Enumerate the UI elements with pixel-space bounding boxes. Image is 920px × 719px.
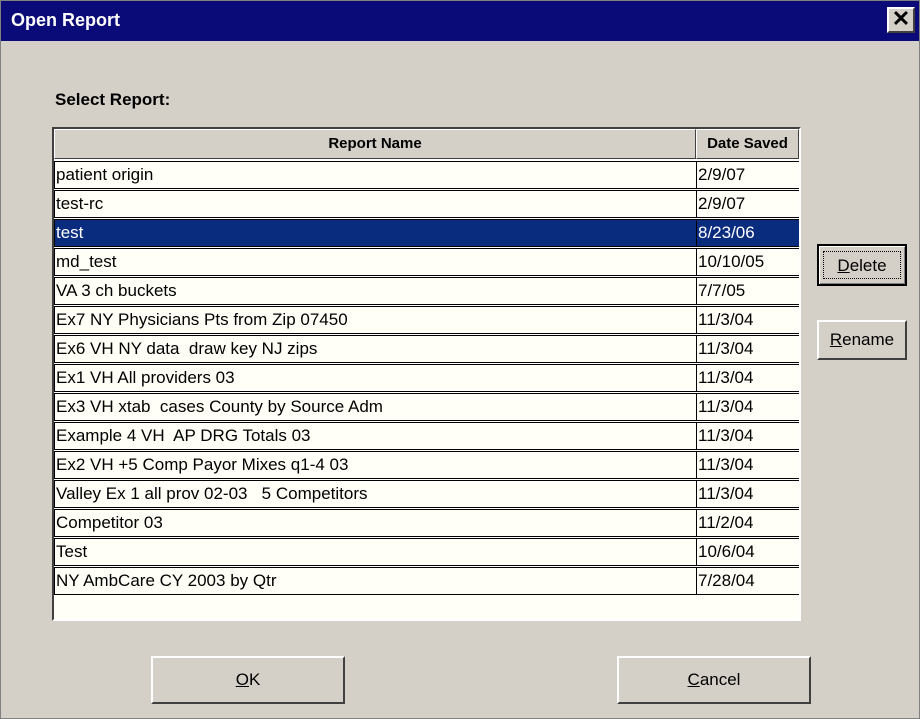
- report-name-cell[interactable]: test-rc: [54, 190, 697, 218]
- ok-mnemonic: O: [235, 670, 249, 689]
- date-saved-cell[interactable]: 7/28/04: [696, 567, 799, 595]
- cancel-label: ancel: [699, 670, 741, 689]
- date-saved-cell[interactable]: 11/3/04: [696, 364, 799, 392]
- rename-button[interactable]: Rename: [817, 320, 907, 360]
- date-saved-cell[interactable]: 11/3/04: [696, 335, 799, 363]
- table-row[interactable]: Ex7 NY Physicians Pts from Zip 07450 11/3…: [54, 305, 799, 334]
- focus-rect: Delete: [823, 251, 901, 279]
- table-row[interactable]: Ex1 VH All providers 03 11/3/04: [54, 363, 799, 392]
- table-row[interactable]: VA 3 ch buckets 7/7/05: [54, 276, 799, 305]
- table-row[interactable]: Test 10/6/04: [54, 537, 799, 566]
- report-name-cell[interactable]: Ex2 VH +5 Comp Payor Mixes q1-4 03: [54, 451, 697, 479]
- date-saved-cell[interactable]: 11/3/04: [696, 306, 799, 334]
- ok-button[interactable]: OK: [151, 656, 345, 704]
- window-title: Open Report: [11, 10, 121, 30]
- report-name-cell[interactable]: patient origin: [54, 161, 697, 189]
- table-row[interactable]: md_test 10/10/05: [54, 247, 799, 276]
- report-name-cell[interactable]: Example 4 VH AP DRG Totals 03: [54, 422, 697, 450]
- date-saved-cell[interactable]: 10/10/05: [696, 248, 799, 276]
- delete-label: elete: [849, 256, 887, 275]
- table-row[interactable]: Ex2 VH +5 Comp Payor Mixes q1-4 03 11/3/0…: [54, 450, 799, 479]
- date-saved-cell[interactable]: 10/6/04: [696, 538, 799, 566]
- report-name-cell[interactable]: NY AmbCare CY 2003 by Qtr: [54, 567, 697, 595]
- date-saved-cell[interactable]: 11/3/04: [696, 480, 799, 508]
- ok-label: K: [248, 670, 261, 689]
- date-saved-cell[interactable]: 11/3/04: [696, 451, 799, 479]
- table-row[interactable]: test 8/23/06: [54, 218, 799, 247]
- cancel-mnemonic: C: [687, 670, 700, 689]
- list-header: Report Name Date Saved: [54, 129, 799, 159]
- table-row[interactable]: NY AmbCare CY 2003 by Qtr 7/28/04: [54, 566, 799, 595]
- rename-label: ename: [842, 330, 895, 349]
- date-saved-cell[interactable]: 2/9/07: [696, 190, 799, 218]
- date-saved-cell[interactable]: 11/3/04: [696, 393, 799, 421]
- report-name-cell[interactable]: Ex3 VH xtab cases County by Source Adm: [54, 393, 697, 421]
- table-row[interactable]: Ex3 VH xtab cases County by Source Adm 11…: [54, 392, 799, 421]
- title-bar[interactable]: Open Report ✕: [1, 1, 919, 41]
- delete-button[interactable]: Delete: [817, 244, 907, 286]
- column-header-report-name[interactable]: Report Name: [54, 129, 696, 159]
- table-row[interactable]: Valley Ex 1 all prov 02-03 5 Competitors…: [54, 479, 799, 508]
- report-name-cell[interactable]: Test: [54, 538, 697, 566]
- date-saved-cell[interactable]: 8/23/06: [696, 219, 799, 247]
- select-report-label: Select Report:: [55, 90, 171, 109]
- close-icon: ✕: [891, 6, 911, 31]
- open-report-dialog: Open Report ✕ Select Report: Report Name…: [0, 0, 920, 719]
- date-saved-cell[interactable]: 2/9/07: [696, 161, 799, 189]
- date-saved-cell[interactable]: 11/2/04: [696, 509, 799, 537]
- report-list[interactable]: Report Name Date Saved patient origin 2/9…: [52, 127, 801, 621]
- report-name-cell[interactable]: Ex7 NY Physicians Pts from Zip 07450: [54, 306, 697, 334]
- rename-mnemonic: R: [829, 330, 843, 349]
- table-row[interactable]: Example 4 VH AP DRG Totals 03 11/3/04: [54, 421, 799, 450]
- cancel-button[interactable]: Cancel: [617, 656, 811, 704]
- column-header-date-saved[interactable]: Date Saved: [696, 129, 799, 159]
- report-name-cell[interactable]: Ex1 VH All providers 03: [54, 364, 697, 392]
- report-name-cell[interactable]: Competitor 03: [54, 509, 697, 537]
- list-rows: patient origin 2/9/07 test-rc 2/9/07 test 8/2…: [54, 160, 799, 595]
- report-name-cell[interactable]: VA 3 ch buckets: [54, 277, 697, 305]
- date-saved-cell[interactable]: 11/3/04: [696, 422, 799, 450]
- date-saved-cell[interactable]: 7/7/05: [696, 277, 799, 305]
- close-button[interactable]: ✕: [887, 7, 915, 33]
- report-name-cell[interactable]: test: [54, 219, 697, 247]
- table-row[interactable]: Ex6 VH NY data draw key NJ zips 11/3/04: [54, 334, 799, 363]
- report-name-cell[interactable]: Valley Ex 1 all prov 02-03 5 Competitors: [54, 480, 697, 508]
- report-name-cell[interactable]: Ex6 VH NY data draw key NJ zips: [54, 335, 697, 363]
- table-row[interactable]: Competitor 03 11/2/04: [54, 508, 799, 537]
- delete-mnemonic: D: [837, 256, 850, 275]
- report-name-cell[interactable]: md_test: [54, 248, 697, 276]
- table-row[interactable]: test-rc 2/9/07: [54, 189, 799, 218]
- list-empty-area: [54, 595, 799, 619]
- table-row[interactable]: patient origin 2/9/07: [54, 160, 799, 189]
